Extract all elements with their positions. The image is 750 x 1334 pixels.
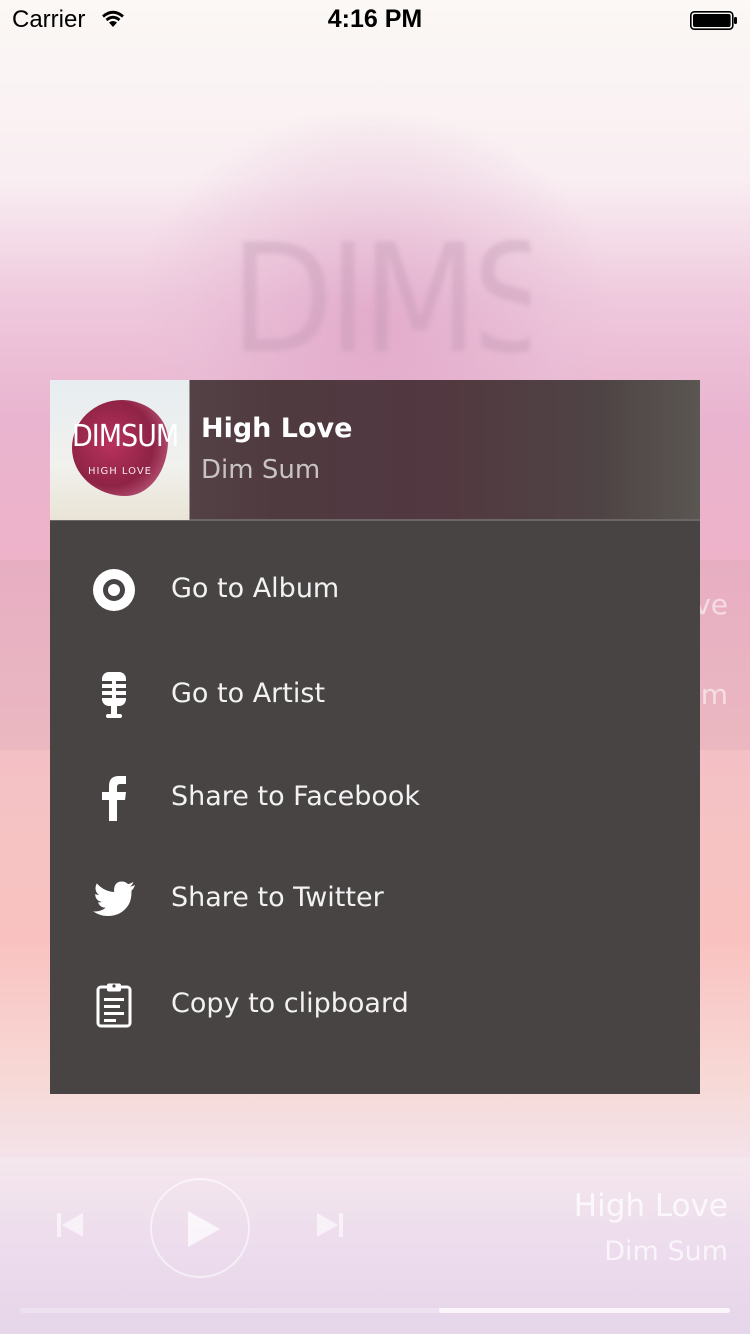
menu-item-copy-clipboard[interactable]: Copy to clipboard [50, 955, 700, 1055]
album-artwork-title: DIMSUM [72, 419, 179, 454]
song-title: High Love [201, 413, 353, 444]
menu-item-go-to-artist[interactable]: Go to Artist [50, 645, 700, 745]
twitter-icon [90, 875, 138, 923]
facebook-icon [90, 774, 138, 822]
battery-icon [690, 11, 738, 30]
menu-header: DIMSUM HIGH LOVE High Love Dim Sum [50, 380, 700, 521]
menu-item-go-to-album[interactable]: Go to Album [50, 540, 700, 640]
now-playing-bar: High Love Dim Sum [0, 1158, 750, 1334]
now-playing-title[interactable]: High Love [574, 1188, 728, 1224]
menu-item-share-facebook[interactable]: Share to Facebook [50, 748, 700, 848]
clipboard-icon [90, 981, 138, 1029]
background-artwork-text: DIMSUM [230, 225, 530, 375]
menu-item-label: Share to Facebook [171, 781, 421, 812]
album-icon [90, 566, 138, 614]
next-icon[interactable] [316, 1212, 344, 1242]
previous-icon[interactable] [56, 1212, 84, 1242]
context-menu: DIMSUM HIGH LOVE High Love Dim Sum Go to… [50, 380, 700, 1094]
menu-item-share-twitter[interactable]: Share to Twitter [50, 849, 700, 949]
progress-fill [438, 1308, 730, 1313]
menu-item-label: Go to Album [171, 573, 340, 604]
now-playing-artist[interactable]: Dim Sum [604, 1236, 728, 1267]
menu-item-label: Share to Twitter [171, 882, 384, 913]
play-button[interactable] [150, 1178, 250, 1278]
album-artwork: DIMSUM HIGH LOVE [50, 380, 190, 520]
play-icon [188, 1211, 220, 1247]
album-artwork-subtitle: HIGH LOVE [88, 466, 152, 477]
menu-item-label: Go to Artist [171, 678, 326, 709]
song-artist: Dim Sum [201, 455, 321, 485]
microphone-icon [90, 671, 138, 719]
status-bar: Carrier 4:16 PM [0, 0, 750, 40]
status-time: 4:16 PM [327, 5, 423, 33]
progress-bar[interactable] [20, 1308, 730, 1313]
menu-item-label: Copy to clipboard [171, 988, 409, 1019]
